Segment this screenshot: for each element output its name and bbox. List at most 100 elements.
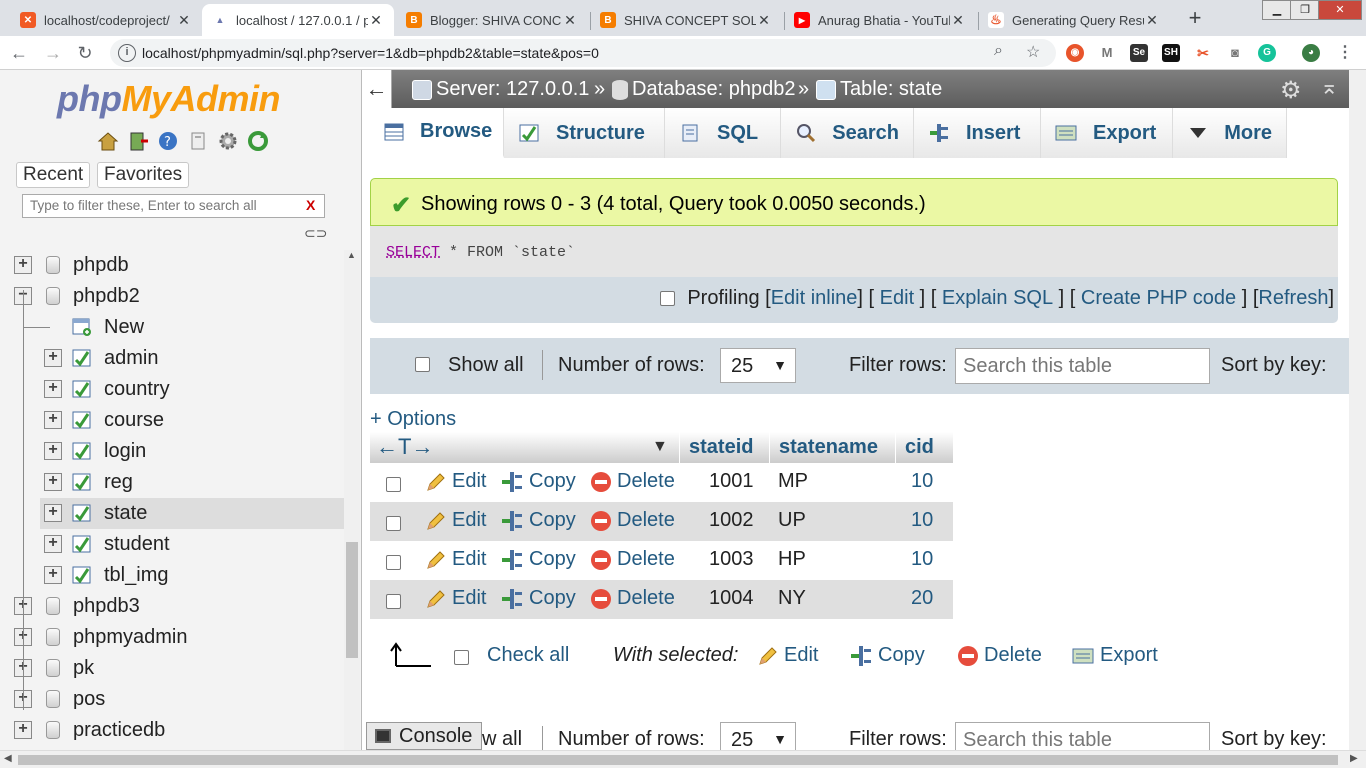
column-header-statename[interactable]: statename — [779, 436, 878, 459]
cell-statename[interactable]: MP — [778, 470, 808, 493]
cell-stateid[interactable]: 1004 — [709, 587, 754, 610]
tree-item-phpmyadmin[interactable]: +phpmyadmin — [0, 622, 344, 653]
edit-query-link[interactable]: Edit — [880, 287, 914, 310]
cell-stateid[interactable]: 1003 — [709, 548, 754, 571]
tree-item-pk[interactable]: +pk — [0, 653, 344, 684]
row-copy-button[interactable]: Copy — [501, 587, 576, 610]
nav-filter-input[interactable]: Type to filter these, Enter to search al… — [22, 194, 325, 218]
cell-cid[interactable]: 20 — [911, 587, 933, 610]
show-all-checkbox[interactable] — [415, 357, 430, 372]
filter-rows-input[interactable]: Search this table — [955, 348, 1210, 384]
cell-statename[interactable]: UP — [778, 509, 806, 532]
row-copy-button[interactable]: Copy — [501, 548, 576, 571]
cell-cid[interactable]: 10 — [911, 548, 933, 571]
row-checkbox[interactable] — [386, 555, 401, 570]
close-tab-icon[interactable]: ✕ — [562, 12, 578, 29]
tree-item-new[interactable]: New — [0, 312, 344, 343]
help-icon[interactable]: ? — [155, 128, 181, 154]
scroll-right-icon[interactable]: ▶ — [1350, 753, 1358, 764]
scrollbar-thumb[interactable] — [18, 755, 1338, 765]
row-checkbox[interactable] — [386, 477, 401, 492]
row-edit-button[interactable]: Edit — [426, 509, 486, 532]
info-icon[interactable]: i — [118, 44, 136, 62]
sql-keyword[interactable]: SELECT — [386, 244, 440, 261]
expand-icon[interactable]: + — [44, 380, 62, 398]
camera-icon[interactable]: ◙ — [1226, 44, 1244, 62]
sh-extension-icon[interactable]: SH — [1162, 44, 1180, 62]
bookmark-star-icon[interactable]: ☆ — [1026, 42, 1040, 62]
options-link[interactable]: + Options — [370, 408, 456, 431]
tree-item-phpdb2[interactable]: −phpdb2 — [0, 281, 344, 312]
breadcrumb-table[interactable]: Table: state — [816, 78, 942, 101]
tree-item-phpdb[interactable]: + phpdb — [0, 250, 344, 281]
nav-scrollbar[interactable]: ▲ — [344, 250, 360, 750]
tab-export[interactable]: Export — [1041, 108, 1173, 158]
zoom-icon[interactable]: ⌕ — [994, 42, 1003, 60]
bulk-edit-button[interactable]: Edit — [758, 644, 818, 667]
gmail-icon[interactable]: M — [1098, 44, 1116, 62]
tab-search[interactable]: Search — [781, 108, 914, 158]
documentation-icon[interactable] — [185, 128, 211, 154]
row-copy-button[interactable]: Copy — [501, 470, 576, 493]
tab-more[interactable]: More — [1173, 108, 1287, 158]
cell-statename[interactable]: HP — [778, 548, 806, 571]
expand-icon[interactable]: + — [44, 442, 62, 460]
scrollbar-thumb[interactable] — [346, 542, 358, 658]
explain-sql-link[interactable]: Explain SQL — [942, 287, 1053, 310]
tree-item-state[interactable]: + state — [40, 498, 344, 529]
tab-insert[interactable]: Insert — [914, 108, 1041, 158]
horizontal-scrollbar[interactable]: ◀ ▶ — [0, 750, 1366, 768]
row-edit-button[interactable]: Edit — [426, 470, 486, 493]
breadcrumb-database[interactable]: Database: phpdb2 — [612, 78, 795, 101]
minimize-button[interactable]: ▁ — [1262, 0, 1292, 20]
maximize-button[interactable]: ❐ — [1290, 0, 1320, 20]
clear-filter-icon[interactable]: X — [306, 197, 315, 213]
back-button[interactable]: ← — [6, 40, 32, 66]
address-bar[interactable]: i localhost/phpmyadmin/sql.php?server=1&… — [110, 39, 1056, 67]
bulk-copy-button[interactable]: Copy — [850, 644, 925, 667]
row-delete-button[interactable]: Delete — [591, 470, 675, 493]
tree-item-course[interactable]: + course — [0, 405, 344, 436]
column-header-cid[interactable]: cid — [905, 436, 934, 459]
expand-icon[interactable]: + — [44, 349, 62, 367]
tree-item-admin[interactable]: + admin — [0, 343, 344, 374]
tree-item-phpdb3[interactable]: +phpdb3 — [0, 591, 344, 622]
breadcrumb-server[interactable]: Server: 127.0.0.1 — [412, 78, 589, 101]
browser-tab-blogger[interactable]: B Blogger: SHIVA CONCEP ✕ — [396, 4, 588, 36]
selenium-icon[interactable]: Se — [1130, 44, 1148, 62]
link-icon[interactable]: ⊂⊃ — [304, 225, 327, 242]
check-all-checkbox[interactable] — [454, 650, 469, 665]
close-tab-icon[interactable]: ✕ — [176, 12, 192, 29]
browser-tab-query[interactable]: ♨ Generating Query Result ✕ — [978, 4, 1170, 36]
tree-item-login[interactable]: + login — [0, 436, 344, 467]
row-delete-button[interactable]: Delete — [591, 548, 675, 571]
tree-item-reg[interactable]: + reg — [0, 467, 344, 498]
page-settings-gear-icon[interactable]: ⚙ — [1280, 76, 1302, 105]
expand-icon[interactable]: + — [44, 473, 62, 491]
collapse-nav-icon[interactable]: ← — [362, 70, 392, 108]
settings-gear-icon[interactable] — [215, 128, 241, 154]
browser-tab-codeproject[interactable]: ✕ localhost/codeproject/ ✕ — [10, 4, 202, 36]
browser-tab-shiva[interactable]: B SHIVA CONCEPT SOLUTI ✕ — [590, 4, 782, 36]
collapse-top-icon[interactable]: ⌅ — [1320, 74, 1338, 100]
bulk-delete-button[interactable]: Delete — [958, 644, 1042, 667]
filter-rows-input[interactable]: Search this table — [955, 722, 1210, 750]
grammarly-icon[interactable]: G — [1258, 44, 1276, 62]
browser-tab-youtube[interactable]: ▶ Anurag Bhatia - YouTub ✕ — [784, 4, 976, 36]
row-checkbox[interactable] — [386, 594, 401, 609]
pma-logo[interactable]: phpMyAdmin — [57, 78, 280, 120]
edit-inline-link[interactable]: Edit inline — [771, 287, 858, 310]
tree-item-student[interactable]: + student — [0, 529, 344, 560]
row-delete-button[interactable]: Delete — [591, 587, 675, 610]
tab-browse[interactable]: Browse — [370, 108, 504, 158]
expand-icon[interactable]: + — [44, 535, 62, 553]
bulk-export-button[interactable]: Export — [1072, 644, 1158, 667]
cell-cid[interactable]: 10 — [911, 470, 933, 493]
row-copy-button[interactable]: Copy — [501, 509, 576, 532]
tab-sql[interactable]: SQL — [665, 108, 781, 158]
row-checkbox[interactable] — [386, 516, 401, 531]
scroll-up-icon[interactable]: ▲ — [347, 250, 356, 260]
reload-nav-icon[interactable] — [245, 128, 271, 154]
expand-icon[interactable]: + — [14, 721, 32, 739]
close-tab-icon[interactable]: ✕ — [950, 12, 966, 29]
